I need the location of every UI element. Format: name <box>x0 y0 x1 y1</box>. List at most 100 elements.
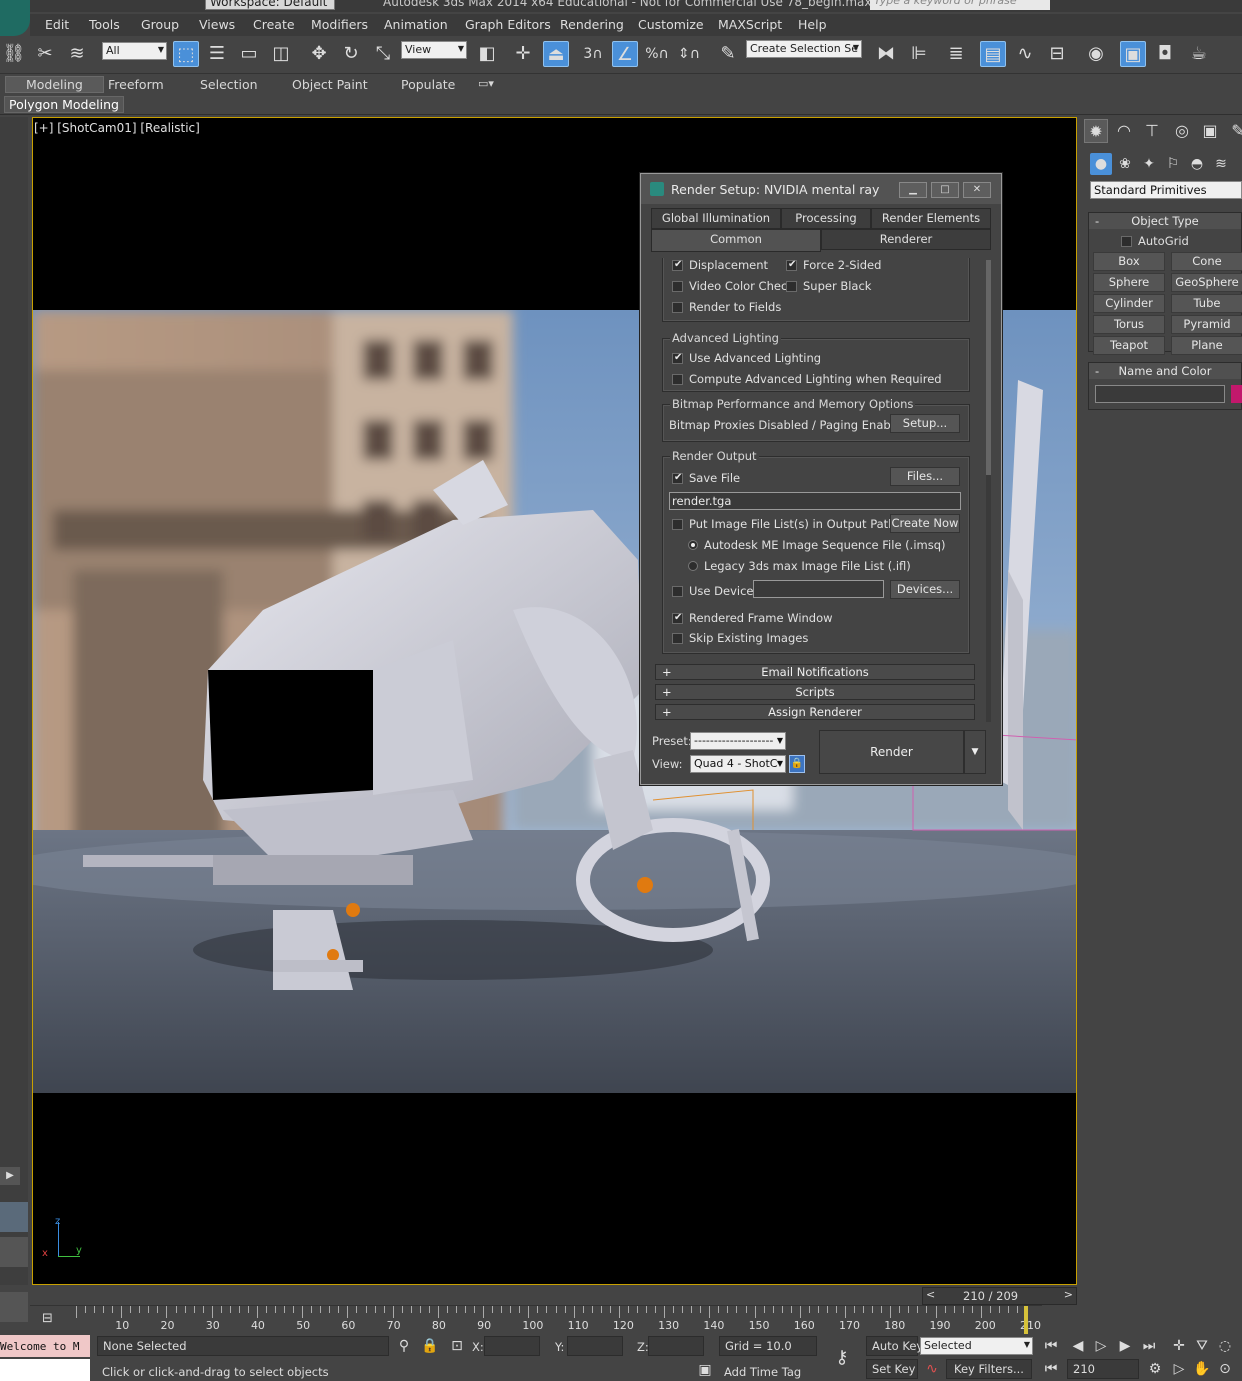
app-logo-icon[interactable] <box>0 0 30 36</box>
modify-tab-icon[interactable]: ◠ <box>1112 119 1136 143</box>
mini-curve-editor-icon[interactable]: ⊟ <box>42 1311 60 1327</box>
object-type-header[interactable]: Object Type <box>1089 213 1241 229</box>
dolly-camera-icon[interactable]: ▷ <box>1169 1361 1189 1377</box>
video-color-check-icon[interactable] <box>672 281 683 292</box>
displacement-checkbox[interactable]: Displacement <box>672 258 768 272</box>
use-advanced-lighting-check-icon[interactable] <box>672 351 683 365</box>
super-black-check-icon[interactable] <box>786 281 797 292</box>
add-time-tag[interactable]: Add Time Tag <box>724 1365 801 1379</box>
compute-advanced-lighting-checkbox[interactable]: Compute Advanced Lighting when Required <box>672 372 942 386</box>
display-tab-icon[interactable]: ▣ <box>1198 119 1222 143</box>
bind-space-warp-icon[interactable]: ≋ <box>64 41 90 67</box>
material-editor-icon[interactable]: ◉ <box>1083 41 1109 67</box>
super-black-checkbox[interactable]: Super Black <box>786 279 871 293</box>
rectangular-selection-icon[interactable]: ▭ <box>236 41 262 67</box>
put-image-file-list-checkbox[interactable]: Put Image File List(s) in Output Path(s) <box>672 517 910 531</box>
rendered-frame-window-check-icon[interactable] <box>672 611 683 625</box>
view-dropdown[interactable]: Quad 4 - ShotC <box>690 755 786 773</box>
curve-editor-icon[interactable]: ∿ <box>1012 41 1038 67</box>
rendered-frame-window-icon[interactable]: ◘ <box>1152 41 1178 67</box>
ribbon-tab-populate[interactable]: Populate <box>401 77 455 92</box>
tab-renderer[interactable]: Renderer <box>821 229 991 250</box>
selection-filter-dropdown[interactable]: All <box>102 42 167 60</box>
render-mode-dropdown-icon[interactable]: ▼ <box>964 730 986 774</box>
cameras-icon[interactable]: ⚐ <box>1162 153 1184 175</box>
reference-coordinate-dropdown[interactable]: View <box>401 41 467 59</box>
time-tag-icon[interactable]: ▣ <box>695 1362 715 1378</box>
use-advanced-lighting-checkbox[interactable]: Use Advanced Lighting <box>672 351 821 365</box>
cylinder-button[interactable]: Cylinder <box>1093 294 1165 313</box>
y-coordinate-field[interactable] <box>567 1336 623 1356</box>
lock-view-icon[interactable]: 🔒 <box>789 755 805 773</box>
menu-create[interactable]: Create <box>253 17 295 32</box>
files-button[interactable]: Files... <box>890 467 960 486</box>
time-slider[interactable]: < 210 / 209 > <box>922 1287 1077 1305</box>
teapot-button[interactable]: Teapot <box>1093 336 1165 355</box>
use-device-checkbox[interactable]: Use Device <box>672 584 753 598</box>
rotate-icon[interactable]: ↻ <box>338 41 364 67</box>
put-image-file-list-check-icon[interactable] <box>672 519 683 530</box>
window-crossing-icon[interactable]: ◫ <box>268 41 294 67</box>
object-name-input[interactable] <box>1095 385 1225 403</box>
maximize-viewport-icon[interactable]: ⊙ <box>1215 1361 1235 1377</box>
layout-tab-2[interactable] <box>0 1237 28 1267</box>
plane-button[interactable]: Plane <box>1171 336 1242 355</box>
snaps-toggle-icon[interactable]: 3∩ <box>580 41 606 67</box>
object-category-dropdown[interactable]: Standard Primitives <box>1090 181 1242 199</box>
dialog-title-bar[interactable]: Render Setup: NVIDIA mental ray ▁ □ ✕ <box>641 174 1001 204</box>
device-field[interactable] <box>753 580 884 598</box>
imsq-radio[interactable]: Autodesk ME Image Sequence File (.imsq) <box>688 538 946 552</box>
assign-renderer-rollout[interactable]: Assign Renderer <box>655 704 975 720</box>
compute-advanced-lighting-check-icon[interactable] <box>672 374 683 385</box>
bitmap-setup-button[interactable]: Setup... <box>890 414 960 433</box>
minimize-icon[interactable]: ▁ <box>899 182 927 198</box>
key-mode-dropdown[interactable]: Selected <box>920 1337 1033 1355</box>
scene-explorer-icon[interactable]: ▤ <box>980 41 1006 67</box>
keyboard-shortcut-override-icon[interactable]: ⏏ <box>543 41 569 67</box>
skip-existing-images-checkbox[interactable]: Skip Existing Images <box>672 631 808 645</box>
tube-button[interactable]: Tube <box>1171 294 1242 313</box>
zoom-extents-all-icon[interactable]: ✛ <box>1169 1338 1189 1354</box>
email-notifications-rollout[interactable]: Email Notifications <box>655 664 975 680</box>
menu-modifiers[interactable]: Modifiers <box>311 17 368 32</box>
tab-global-illumination[interactable]: Global Illumination <box>651 208 781 229</box>
render-button[interactable]: Render <box>819 730 964 774</box>
menu-views[interactable]: Views <box>199 17 235 32</box>
ribbon-options-icon[interactable]: ▭▾ <box>478 77 494 90</box>
previous-frame-icon[interactable]: ◀ <box>1068 1338 1088 1354</box>
displacement-check-icon[interactable] <box>672 258 683 272</box>
menu-rendering[interactable]: Rendering <box>560 17 624 32</box>
auto-key-button[interactable]: Auto Key <box>866 1336 923 1356</box>
z-coordinate-field[interactable] <box>648 1336 704 1356</box>
maxscript-listener-mini[interactable]: Welcome to M <box>0 1335 90 1357</box>
unlink-icon[interactable]: ✂ <box>32 41 58 67</box>
time-prev-icon[interactable]: < <box>926 1288 935 1301</box>
menu-maxscript[interactable]: MAXScript <box>718 17 782 32</box>
menu-tools[interactable]: Tools <box>89 17 120 32</box>
menu-group[interactable]: Group <box>141 17 179 32</box>
search-input[interactable]: Type a keyword or phrase <box>870 0 1050 10</box>
pan-view-icon[interactable]: ✋ <box>1192 1361 1212 1377</box>
force-2sided-checkbox[interactable]: Force 2-Sided <box>786 258 881 272</box>
spinner-snap-icon[interactable]: ⇕∩ <box>676 41 702 67</box>
tab-common[interactable]: Common <box>651 229 821 252</box>
schematic-view-icon[interactable]: ⊟ <box>1044 41 1070 67</box>
field-of-view-icon[interactable]: ⛛ <box>1192 1338 1212 1354</box>
pivot-center-icon[interactable]: ◧ <box>474 41 500 67</box>
shapes-icon[interactable]: ❀ <box>1114 153 1136 175</box>
expand-arrow-icon[interactable]: ▶ <box>0 1167 20 1185</box>
helpers-icon[interactable]: ◓ <box>1186 153 1208 175</box>
autogrid-check-icon[interactable] <box>1121 236 1132 247</box>
go-to-start-icon[interactable]: ⏮ <box>1041 1338 1061 1354</box>
ifl-radio-icon[interactable] <box>688 561 698 571</box>
dialog-scrollbar-thumb[interactable] <box>986 260 991 475</box>
scale-icon[interactable]: ⤡ <box>370 41 396 67</box>
menu-animation[interactable]: Animation <box>384 17 448 32</box>
hierarchy-tab-icon[interactable]: ⊤ <box>1140 119 1164 143</box>
ribbon-tab-freeform[interactable]: Freeform <box>108 77 164 92</box>
geometry-icon[interactable]: ● <box>1090 153 1112 175</box>
play-icon[interactable]: ▷ <box>1091 1338 1111 1354</box>
rendered-frame-window-checkbox[interactable]: Rendered Frame Window <box>672 611 833 625</box>
preset-dropdown[interactable]: -------------------- <box>690 732 786 750</box>
cone-button[interactable]: Cone <box>1171 252 1242 271</box>
